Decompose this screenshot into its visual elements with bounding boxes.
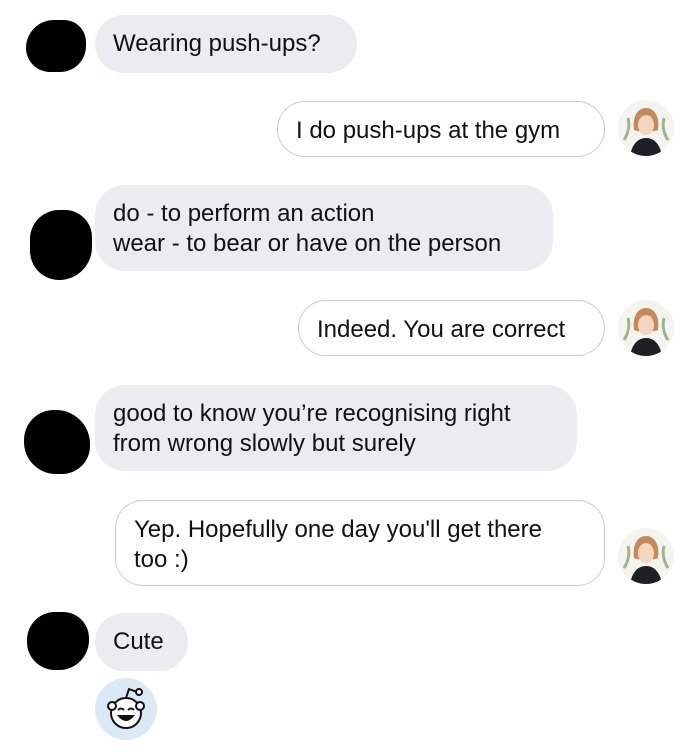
redacted-avatar (24, 410, 90, 474)
message-bubble-incoming[interactable]: good to know you’re recognising right fr… (95, 385, 577, 471)
message-bubble-incoming[interactable]: Wearing push-ups? (95, 15, 357, 73)
message-bubble-outgoing[interactable]: Yep. Hopefully one day you'll get there … (115, 500, 605, 586)
user-avatar (618, 300, 674, 356)
user-avatar (618, 100, 674, 156)
message-bubble-incoming[interactable]: Cute (95, 613, 188, 671)
redacted-avatar (26, 20, 86, 72)
redacted-avatar (27, 612, 89, 670)
message-bubble-incoming[interactable]: do - to perform an action wear - to bear… (95, 185, 553, 271)
user-avatar (618, 528, 674, 584)
message-bubble-outgoing[interactable]: Indeed. You are correct (298, 300, 605, 356)
chat-thread: Wearing push-ups? I do push-ups at the g… (0, 0, 700, 752)
message-bubble-outgoing[interactable]: I do push-ups at the gym (277, 101, 605, 157)
redacted-avatar (30, 210, 92, 280)
snoo-laughing-icon[interactable] (95, 678, 157, 740)
